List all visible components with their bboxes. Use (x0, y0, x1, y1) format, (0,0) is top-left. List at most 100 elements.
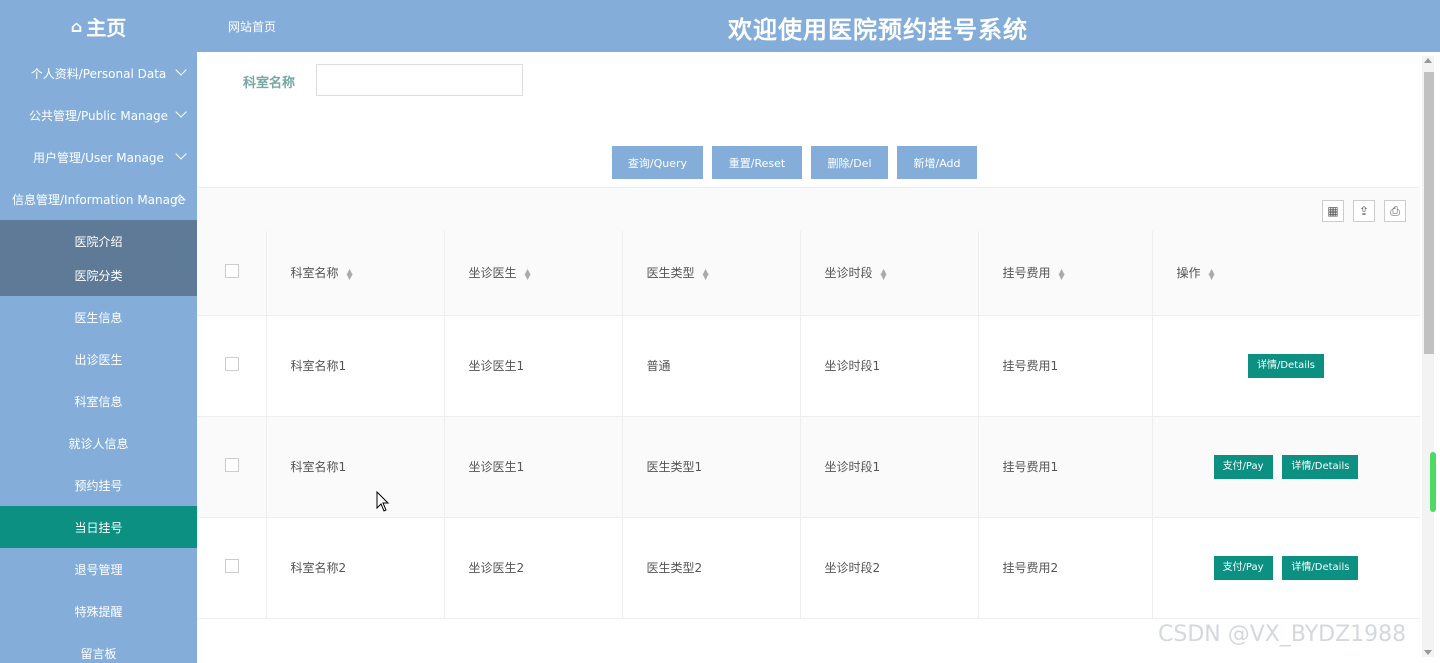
sidebar-item-label: 当日挂号 (74, 520, 123, 535)
sidebar-item-user-manage[interactable]: 用户管理/User Manage (0, 136, 197, 178)
sidebar: 个人资料/Personal Data 公共管理/Public Manage 用户… (0, 52, 197, 663)
sidebar-item-patient-info[interactable]: 就诊人信息 (0, 422, 197, 464)
chevron-down-icon (175, 148, 187, 160)
query-button[interactable]: 查询/Query (612, 146, 703, 179)
select-all-checkbox[interactable] (225, 264, 239, 279)
details-button[interactable]: 详情/Details (1282, 555, 1359, 580)
row-checkbox[interactable] (225, 559, 239, 573)
table-cell: 坐诊时段1 (800, 315, 979, 417)
details-button[interactable]: 详情/Details (1282, 454, 1359, 479)
sort-icon[interactable]: ▲ ▼ (525, 267, 531, 280)
table-row: 科室名称1 坐诊医生1 普通 坐诊时段1 挂号费用1 详情/Details (197, 315, 1420, 417)
sidebar-item-personal-data[interactable]: 个人资料/Personal Data (0, 52, 197, 94)
export-icon[interactable]: ⇪ (1353, 200, 1375, 222)
sidebar-item-label: 公共管理/Public Manage (28, 108, 169, 123)
home-link[interactable]: ⌂ 主页 (0, 0, 197, 52)
data-table: 科室名称 ▲ ▼ 坐诊医生 ▲ ▼ 医生类型 ▲ ▼ 坐诊时段 ▲ ▼ 挂号费用 ▲ ▼ 操作 ▲ ▼ … (197, 231, 1420, 619)
brand-label: 主页 (86, 15, 127, 40)
sort-icon[interactable]: ▲ ▼ (347, 267, 353, 280)
breadcrumb[interactable]: 网站首页 (228, 18, 276, 35)
main-content: 科室名称 查询/Query 重置/Reset 删除/Del 新增/Add ▦ ⇪… (197, 52, 1420, 663)
sidebar-item-label: 出诊医生 (74, 352, 123, 367)
delete-button[interactable]: 删除/Del (811, 146, 888, 179)
sidebar-item-label: 就诊人信息 (68, 436, 129, 451)
sidebar-item-label: 医院分类 (74, 268, 123, 283)
table-cell: 挂号费用1 (978, 315, 1153, 417)
sidebar-item-label: 个人资料/Personal Data (30, 66, 167, 81)
column-header[interactable]: 科室名称 ▲ ▼ (266, 231, 445, 316)
watermark: CSDN @VX_BYDZ1988 (1158, 622, 1407, 647)
table-cell: 坐诊时段2 (800, 517, 979, 619)
home-icon: ⌂ (70, 16, 83, 36)
table-cell: 科室名称1 (266, 315, 445, 417)
sidebar-item-hospital-intro[interactable]: 医院介绍 (0, 224, 197, 258)
sidebar-item-label: 留言板 (80, 646, 117, 661)
table-cell: 普通 (622, 315, 801, 417)
table-cell: 坐诊医生1 (444, 315, 623, 417)
sidebar-item-department-info[interactable]: 科室信息 (0, 380, 197, 422)
scroll-thumb[interactable] (1424, 72, 1434, 354)
sort-icon[interactable]: ▲ ▼ (703, 267, 709, 280)
action-buttons: 查询/Query 重置/Reset 删除/Del 新增/Add (612, 146, 977, 179)
chevron-down-icon (175, 64, 187, 76)
vertical-scrollbar[interactable] (1422, 56, 1434, 657)
sidebar-item-visiting-doctor[interactable]: 出诊医生 (0, 338, 197, 380)
sidebar-item-hospital-category[interactable]: 医院分类 (0, 258, 197, 292)
sidebar-item-message-board[interactable]: 留言板 (0, 632, 197, 663)
row-checkbox[interactable] (225, 458, 239, 472)
table-cell: 科室名称2 (266, 517, 445, 619)
mouse-cursor-icon (376, 491, 390, 512)
search-label: 科室名称 (243, 76, 296, 91)
sidebar-item-appointment[interactable]: 预约挂号 (0, 464, 197, 506)
table-cell: 坐诊医生2 (444, 517, 623, 619)
column-header[interactable]: 医生类型 ▲ ▼ (622, 231, 801, 316)
column-header[interactable]: 坐诊时段 ▲ ▼ (800, 231, 979, 316)
sidebar-item-public-manage[interactable]: 公共管理/Public Manage (0, 94, 197, 136)
sidebar-item-cancellation[interactable]: 退号管理 (0, 548, 197, 590)
scroll-down-icon[interactable] (1424, 650, 1432, 655)
sidebar-item-same-day-registration[interactable]: 当日挂号 (0, 506, 197, 548)
sidebar-item-label: 特殊提醒 (74, 604, 123, 619)
department-search-input[interactable] (316, 64, 523, 96)
column-header[interactable]: 挂号费用 ▲ ▼ (978, 231, 1153, 316)
column-header[interactable]: 操作 ▲ ▼ (1152, 231, 1420, 316)
sidebar-item-label: 医生信息 (74, 310, 123, 325)
pay-button[interactable]: 支付/Pay (1213, 454, 1273, 479)
sidebar-item-label: 信息管理/Information Manage (12, 192, 185, 207)
columns-icon[interactable]: ▦ (1322, 200, 1344, 222)
sidebar-item-label: 科室信息 (74, 394, 123, 409)
sidebar-item-special-reminder[interactable]: 特殊提醒 (0, 590, 197, 632)
sort-icon[interactable]: ▲ ▼ (1059, 267, 1065, 280)
side-indicator (1430, 452, 1436, 512)
table-cell: 医生类型1 (622, 416, 801, 518)
table-cell: 医生类型2 (622, 517, 801, 619)
scroll-up-icon[interactable] (1424, 58, 1432, 63)
details-button[interactable]: 详情/Details (1247, 353, 1325, 378)
table-cell: 坐诊时段1 (800, 416, 979, 518)
submenu-hospital: 医院介绍 医院分类 (0, 220, 197, 296)
table-toolbar: ▦ ⇪ ⎙ (197, 187, 1420, 231)
add-button[interactable]: 新增/Add (897, 146, 977, 179)
table-cell: 坐诊医生1 (444, 416, 623, 518)
sidebar-item-label: 用户管理/User Manage (33, 150, 164, 165)
page-title: 欢迎使用医院预约挂号系统 (728, 16, 1028, 44)
sidebar-item-doctor-info[interactable]: 医生信息 (0, 296, 197, 338)
sort-icon[interactable]: ▲ ▼ (1209, 267, 1215, 280)
sort-icon[interactable]: ▲ ▼ (881, 267, 887, 280)
table-row: 科室名称2 坐诊医生2 医生类型2 坐诊时段2 挂号费用2 支付/Pay 详情/… (197, 517, 1420, 619)
table-header-row: 科室名称 ▲ ▼ 坐诊医生 ▲ ▼ 医生类型 ▲ ▼ 坐诊时段 ▲ ▼ 挂号费用 ▲ ▼ 操作 ▲ ▼ (197, 231, 1420, 316)
chevron-down-icon (175, 106, 187, 118)
print-icon[interactable]: ⎙ (1384, 200, 1406, 222)
reset-button[interactable]: 重置/Reset (712, 146, 802, 179)
column-header[interactable]: 坐诊医生 ▲ ▼ (444, 231, 623, 316)
top-header: ⌂ 主页 网站首页 欢迎使用医院预约挂号系统 (0, 0, 1440, 52)
sidebar-item-information-manage[interactable]: 信息管理/Information Manage (0, 178, 197, 220)
table-cell: 挂号费用1 (978, 416, 1153, 518)
sidebar-item-label: 退号管理 (74, 562, 123, 577)
table-cell: 挂号费用2 (978, 517, 1153, 619)
row-checkbox[interactable] (225, 357, 239, 371)
pay-button[interactable]: 支付/Pay (1213, 555, 1273, 580)
sidebar-item-label: 医院介绍 (74, 234, 123, 249)
sidebar-item-label: 预约挂号 (74, 478, 123, 493)
table-cell: 科室名称1 (266, 416, 445, 518)
